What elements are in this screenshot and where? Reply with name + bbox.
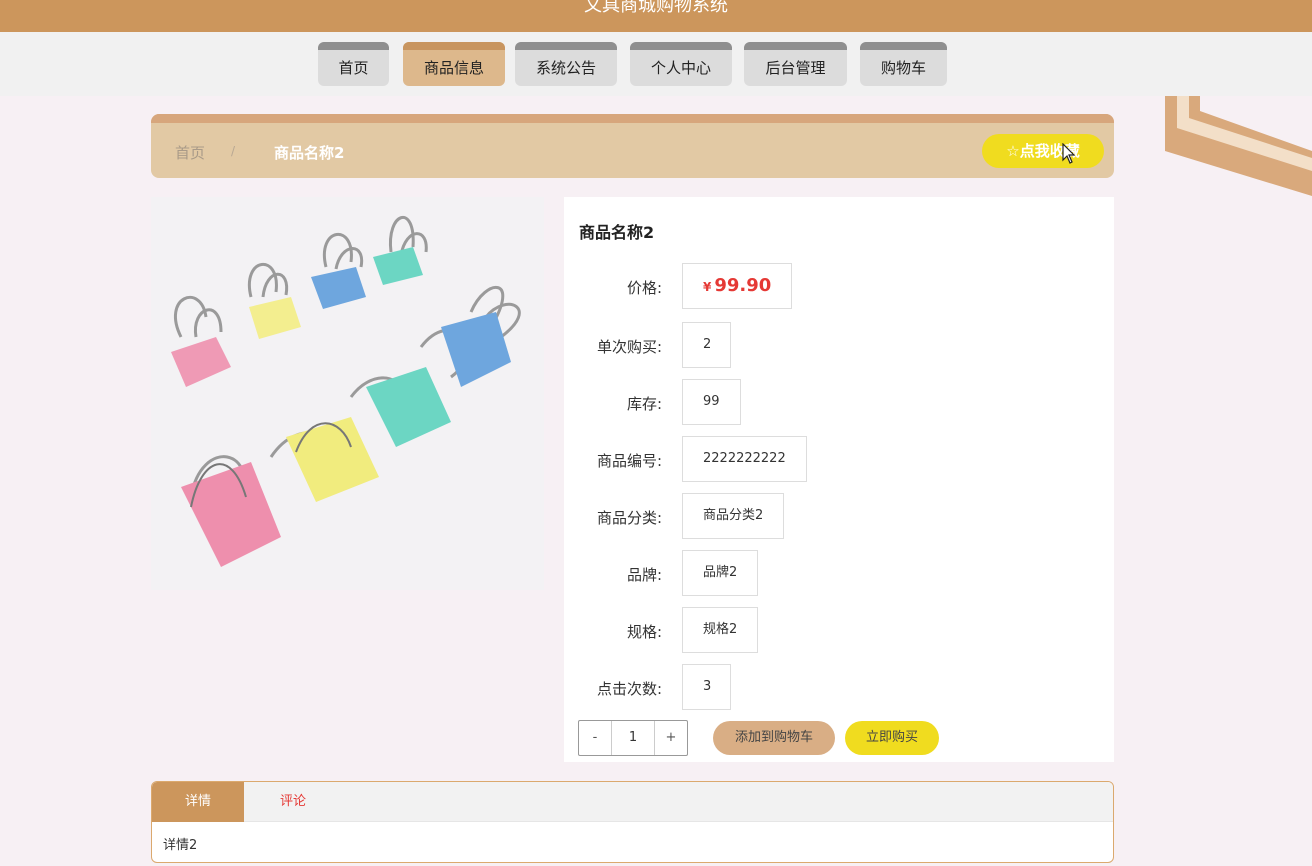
mouse-cursor-icon (1062, 143, 1076, 164)
tab-content: 详情2 (163, 838, 198, 853)
brand-value: 品牌2 (682, 550, 759, 596)
nav-item-label: 个人中心 (650, 59, 711, 77)
nav-item-cart[interactable]: 购物车 (860, 42, 947, 86)
tab-header: 详情 评论 (152, 782, 1113, 822)
site-title: 文具商城购物系统 (584, 0, 728, 16)
product-info-panel: 商品名称2 价格: ¥99.90 单次购买: 2 库存: 99 商品编号: 22… (564, 197, 1114, 762)
breadcrumb: 首页 / 商品名称2 ☆点我收藏 (151, 114, 1114, 178)
nav-item-label: 系统公告 (535, 59, 596, 77)
currency-symbol: ¥ (703, 280, 712, 294)
category-value: 商品分类2 (682, 493, 785, 539)
detail-tabs: 详情 评论 详情2 (151, 781, 1114, 863)
quantity-stepper: - 1 + (578, 720, 688, 756)
spec-value: 规格2 (682, 607, 759, 653)
decorative-frame (1165, 96, 1312, 196)
stock-value: 99 (682, 379, 741, 425)
breadcrumb-home-link[interactable]: 首页 (175, 142, 205, 163)
purchase-limit-label: 单次购买: (596, 338, 662, 356)
nav-item-label: 后台管理 (765, 59, 826, 77)
product-code-label: 商品编号: (596, 452, 662, 470)
brand-label: 品牌: (626, 566, 662, 584)
product-code-value: 2222222222 (682, 436, 807, 482)
site-header: 文具商城购物系统 (0, 0, 1312, 32)
nav-item-admin[interactable]: 后台管理 (744, 42, 847, 86)
nav-item-home[interactable]: 首页 (318, 42, 389, 86)
quantity-input[interactable]: 1 (611, 721, 655, 755)
nav-item-label: 商品信息 (423, 59, 484, 77)
quantity-decrease-button[interactable]: - (579, 721, 611, 755)
nav-item-profile[interactable]: 个人中心 (630, 42, 732, 86)
price-value: 99.90 (714, 275, 772, 296)
add-to-cart-button[interactable]: 添加到购物车 (713, 721, 835, 755)
main-nav: 首页 商品信息 系统公告 个人中心 后台管理 购物车 (0, 32, 1312, 96)
binder-clips-photo (151, 197, 544, 590)
nav-item-announcements[interactable]: 系统公告 (515, 42, 617, 86)
price-value-box: ¥99.90 (682, 263, 793, 309)
click-count-value: 3 (682, 664, 731, 710)
click-count-label: 点击次数: (596, 680, 662, 698)
purchase-limit-value: 2 (682, 322, 731, 368)
nav-item-products[interactable]: 商品信息 (403, 42, 505, 86)
product-image (151, 197, 544, 590)
price-label: 价格: (626, 279, 662, 297)
nav-item-label: 首页 (338, 59, 369, 77)
breadcrumb-current: 商品名称2 (274, 144, 345, 162)
buy-now-button[interactable]: 立即购买 (845, 721, 939, 755)
breadcrumb-separator: / (231, 144, 236, 158)
tab-details[interactable]: 详情 (152, 782, 244, 822)
nav-item-label: 购物车 (880, 59, 926, 77)
star-outline-icon: ☆ (1006, 142, 1020, 160)
stock-label: 库存: (626, 395, 662, 413)
spec-label: 规格: (626, 623, 662, 641)
category-label: 商品分类: (596, 509, 662, 527)
product-title: 商品名称2 (579, 223, 655, 242)
tab-comments[interactable]: 评论 (244, 782, 342, 822)
quantity-increase-button[interactable]: + (655, 721, 687, 755)
favorite-button[interactable]: ☆点我收藏 (982, 134, 1104, 168)
